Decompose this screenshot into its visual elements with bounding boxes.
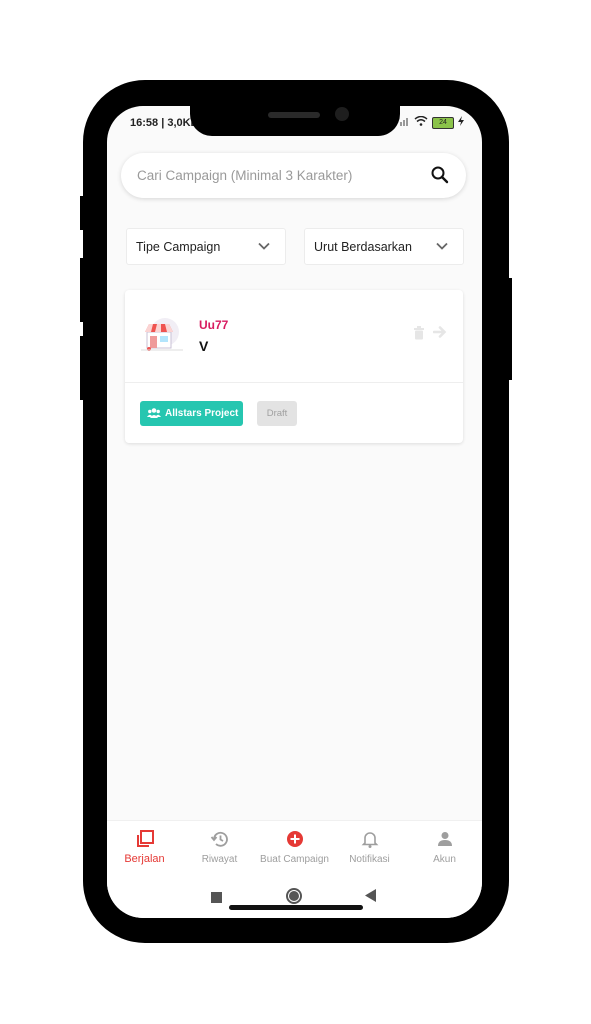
nav-label: Riwayat (201, 854, 238, 865)
chevron-down-icon (257, 239, 271, 258)
system-nav-bar (107, 874, 482, 918)
team-badge-label: Allstars Project (165, 408, 239, 419)
nav-label: Akun (433, 854, 456, 865)
bottom-nav: Berjalan Riwayat Buat Campaign Notifikas… (107, 820, 482, 875)
notch (190, 106, 400, 136)
store-icon (139, 312, 185, 358)
campaign-name: V (199, 338, 209, 354)
nav-item-riwayat[interactable]: Riwayat (182, 821, 257, 875)
home-indicator[interactable] (229, 905, 363, 910)
speaker (268, 112, 320, 118)
side-button (80, 258, 85, 322)
sort-label: Urut Berdasarkan (314, 240, 412, 254)
status-badge: Draft (257, 401, 297, 426)
search-input[interactable]: Cari Campaign (Minimal 3 Karakter) (137, 168, 352, 183)
users-icon (147, 406, 161, 423)
history-icon (210, 829, 230, 849)
team-badge: Allstars Project (140, 401, 243, 426)
wifi-icon (414, 115, 428, 129)
side-button (507, 278, 512, 380)
nav-label: Buat Campaign (260, 854, 329, 865)
side-button (80, 336, 85, 400)
search-icon[interactable] (430, 165, 450, 190)
side-button (80, 196, 85, 230)
nav-item-berjalan[interactable]: Berjalan (107, 821, 182, 875)
recents-icon[interactable] (211, 890, 222, 908)
charging-icon (458, 116, 464, 129)
status-icons: 24 (400, 115, 464, 129)
nav-item-notifikasi[interactable]: Notifikasi (332, 821, 407, 875)
nav-label: Berjalan (124, 853, 165, 865)
sort-select[interactable]: Urut Berdasarkan (304, 228, 464, 265)
nav-item-akun[interactable]: Akun (407, 821, 482, 875)
campaign-card[interactable]: Uu77 V Allstars Project Draft (125, 290, 463, 443)
plus-circle-icon (285, 829, 305, 849)
signal-icon (400, 116, 410, 129)
battery-icon: 24 (432, 116, 454, 129)
front-camera (335, 107, 349, 121)
nav-label: Notifikasi (349, 854, 390, 865)
copy-icon (135, 829, 155, 849)
campaign-code: Uu77 (199, 318, 229, 332)
campaign-type-select[interactable]: Tipe Campaign (126, 228, 286, 265)
bell-icon (360, 829, 380, 849)
campaign-type-label: Tipe Campaign (136, 240, 221, 254)
nav-item-buat-campaign[interactable]: Buat Campaign (257, 821, 332, 875)
search-bar[interactable]: Cari Campaign (Minimal 3 Karakter) (121, 153, 466, 198)
app-screen: 16:58 | 3,0KB/d 24 Cari Campaign (Minima… (107, 106, 482, 918)
back-icon[interactable] (365, 889, 377, 907)
divider (125, 382, 463, 383)
trash-icon[interactable] (413, 326, 425, 345)
arrow-right-icon[interactable] (432, 325, 447, 344)
chevron-down-icon (435, 239, 449, 258)
person-icon (435, 829, 455, 849)
